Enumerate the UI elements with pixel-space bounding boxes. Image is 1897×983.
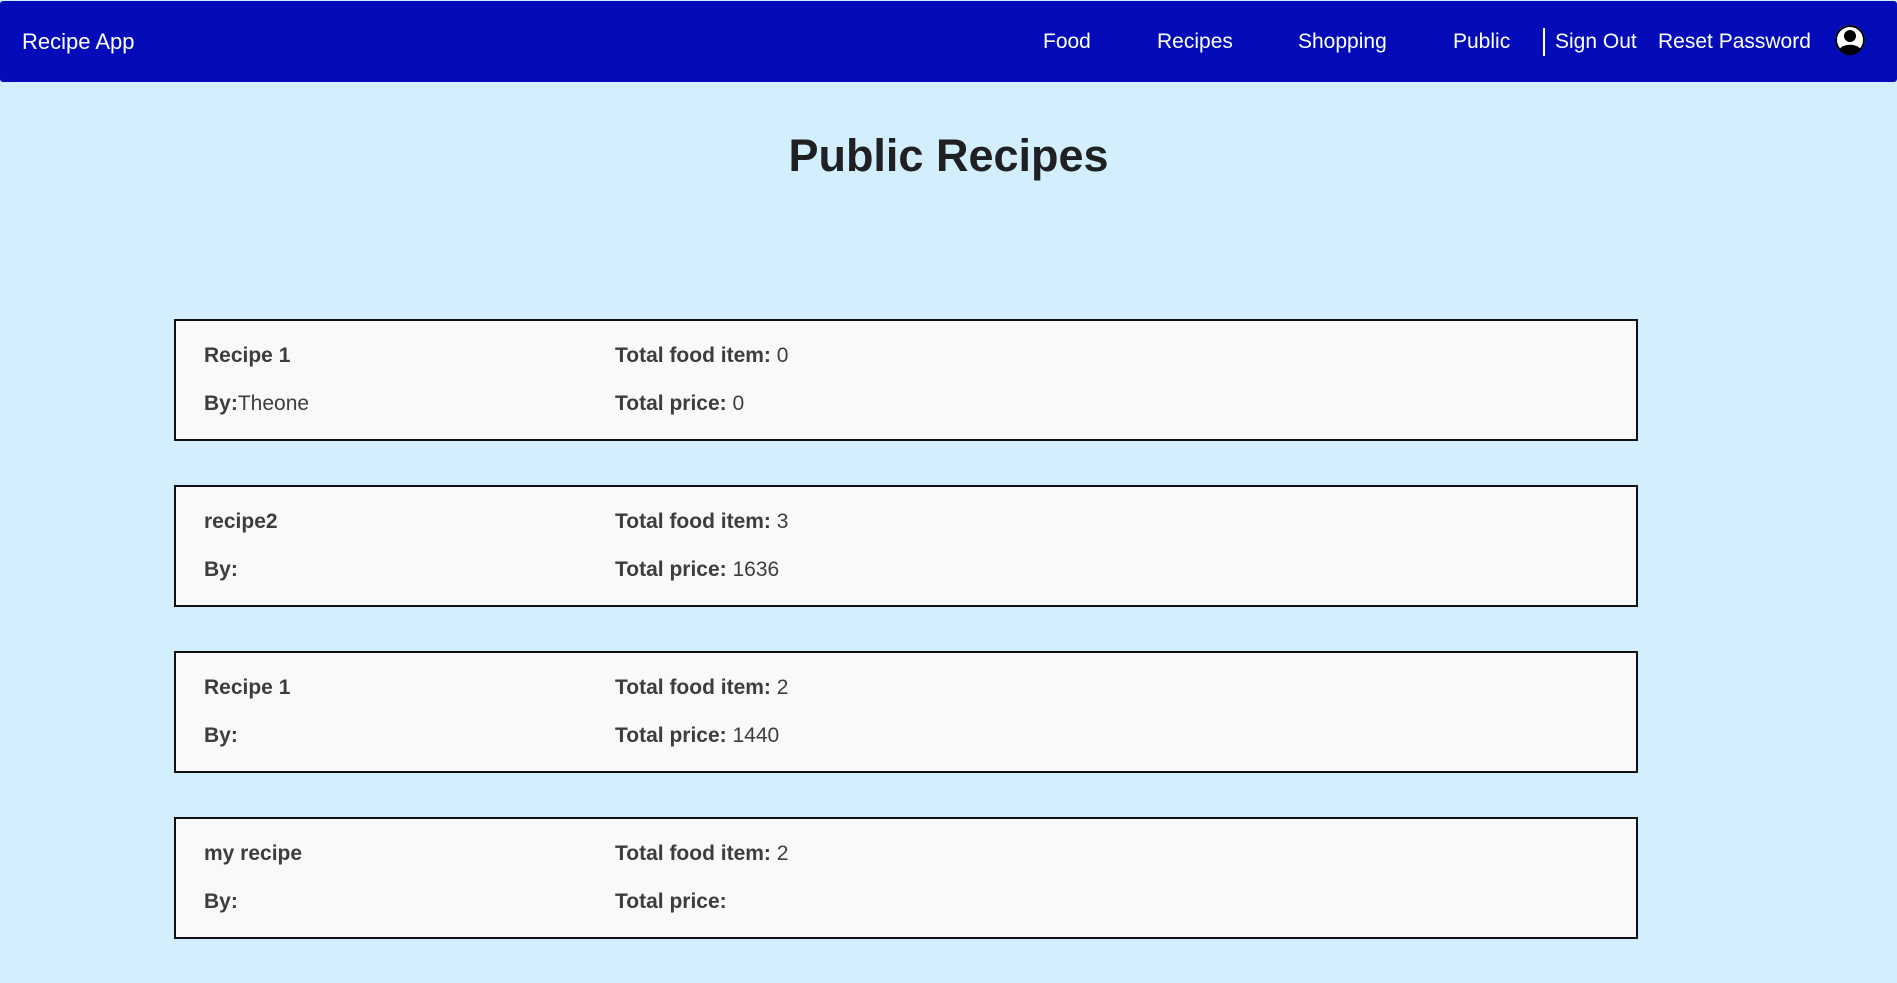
recipe-total-price: Total price: 0 (615, 390, 744, 418)
user-avatar-icon[interactable] (1834, 24, 1866, 56)
by-label: By: (204, 890, 238, 913)
total-food-item-label: Total food item: (615, 676, 771, 699)
recipe-total-price: Total price: (615, 888, 727, 916)
recipe-author: By: (204, 556, 238, 584)
recipe-author: By:Theone (204, 390, 309, 418)
brand-link[interactable]: Recipe App (22, 1, 135, 82)
recipe-name: Recipe 1 (204, 344, 291, 367)
recipe-author: By: (204, 888, 238, 916)
total-food-item-value: 0 (776, 344, 789, 367)
top-navbar: Recipe App Food Recipes Shopping Public … (0, 1, 1897, 82)
recipe-total-food-item: Total food item: 3 (615, 508, 788, 536)
nav-link-reset-password[interactable]: Reset Password (1658, 1, 1811, 82)
recipe-total-food-item: Total food item: 2 (615, 840, 788, 868)
recipe-total-food-item: Total food item: 2 (615, 674, 788, 702)
total-food-item-label: Total food item: (615, 842, 771, 865)
by-label: By: (204, 392, 238, 415)
total-food-item-value: 2 (776, 676, 789, 699)
recipe-name: recipe2 (204, 510, 278, 533)
total-price-label: Total price: (615, 558, 727, 581)
nav-link-sign-out[interactable]: Sign Out (1555, 1, 1637, 82)
recipe-card[interactable]: Recipe 1 By:Theone Total food item: 0 To… (174, 319, 1638, 441)
nav-divider (1543, 28, 1545, 56)
total-food-item-label: Total food item: (615, 510, 771, 533)
total-food-item-label: Total food item: (615, 344, 771, 367)
recipe-card[interactable]: Recipe 1 By: Total food item: 2 Total pr… (174, 651, 1638, 773)
recipe-total-food-item: Total food item: 0 (615, 342, 788, 370)
total-price-value: 1440 (732, 724, 780, 747)
recipe-author: By: (204, 722, 238, 750)
total-price-label: Total price: (615, 724, 727, 747)
recipe-name: Recipe 1 (204, 676, 291, 699)
total-price-value: 1636 (732, 558, 780, 581)
nav-link-public[interactable]: Public (1453, 1, 1510, 82)
recipe-total-price: Total price: 1440 (615, 722, 779, 750)
recipe-card[interactable]: my recipe By: Total food item: 2 Total p… (174, 817, 1638, 939)
recipe-total-price: Total price: 1636 (615, 556, 779, 584)
recipe-name: my recipe (204, 842, 303, 865)
recipe-list: Recipe 1 By:Theone Total food item: 0 To… (174, 319, 1638, 983)
nav-link-food[interactable]: Food (1043, 1, 1091, 82)
recipe-card[interactable]: recipe2 By: Total food item: 3 Total pri… (174, 485, 1638, 607)
by-label: By: (204, 724, 238, 747)
by-label: By: (204, 558, 238, 581)
nav-link-recipes[interactable]: Recipes (1157, 1, 1233, 82)
author-value: Theone (237, 392, 310, 415)
nav-link-shopping[interactable]: Shopping (1298, 1, 1387, 82)
total-food-item-value: 2 (776, 842, 789, 865)
total-price-label: Total price: (615, 392, 727, 415)
total-price-label: Total price: (615, 890, 727, 913)
total-food-item-value: 3 (776, 510, 789, 533)
total-price-value: 0 (732, 392, 745, 415)
page-title: Public Recipes (788, 130, 1109, 181)
